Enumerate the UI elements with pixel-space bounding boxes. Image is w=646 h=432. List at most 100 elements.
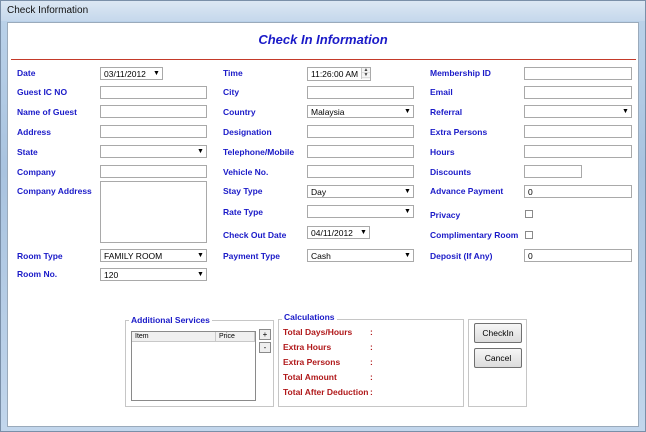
chevron-down-icon[interactable]: ▼ [196,251,205,260]
date-picker[interactable]: 03/11/2012 ▼ [100,67,163,80]
stay-type-label: Stay Type [223,186,263,196]
advance-payment-field[interactable]: 0 [524,185,632,198]
chevron-down-icon[interactable]: ▼ [403,251,412,260]
room-no-dropdown[interactable]: 120 ▼ [100,268,207,281]
email-field[interactable] [524,86,632,99]
remove-service-button[interactable]: - [259,342,271,353]
country-dropdown[interactable]: Malaysia ▼ [307,105,414,118]
privacy-checkbox[interactable] [525,210,533,218]
company-field[interactable] [100,165,207,178]
date-label: Date [17,68,36,78]
chevron-down-icon[interactable]: ▼ [152,69,161,78]
time-picker[interactable]: 11:26:00 AM ▲ ▼ [307,67,371,81]
room-no-label: Room No. [17,269,58,279]
rate-type-dropdown[interactable]: ▼ [307,205,414,218]
additional-services-title: Additional Services [129,315,212,325]
membership-field[interactable] [524,67,632,80]
price-column-header[interactable]: Price [216,332,255,342]
country-value: Malaysia [311,107,345,117]
calc-row-label: Total Days/Hours [283,327,353,337]
vehicle-field[interactable] [307,165,414,178]
discounts-field[interactable] [524,165,582,178]
guest-ic-label: Guest IC NO [17,87,68,97]
guest-ic-field[interactable] [100,86,207,99]
time-label: Time [223,68,243,78]
membership-label: Membership ID [430,68,491,78]
spin-arrows-icon[interactable]: ▲ ▼ [361,68,370,79]
state-label: State [17,147,38,157]
room-type-value: FAMILY ROOM [104,251,163,261]
checkin-button[interactable]: CheckIn [474,323,522,343]
state-dropdown[interactable]: ▼ [100,145,207,158]
telephone-label: Telephone/Mobile [223,147,295,157]
chevron-down-icon[interactable]: ▼ [196,147,205,156]
hours-field[interactable] [524,145,632,158]
payment-type-value: Cash [311,251,331,261]
country-label: Country [223,107,256,117]
additional-services-list[interactable]: Item Price [131,331,256,401]
check-in-form: Check In Information Date 03/11/2012 ▼ G… [7,22,639,427]
extra-persons-label: Extra Persons [430,127,488,137]
date-value: 03/11/2012 [104,69,146,79]
rate-type-label: Rate Type [223,207,263,217]
referral-dropdown[interactable]: ▼ [524,105,632,118]
designation-field[interactable] [307,125,414,138]
calc-row-sep: : [370,357,373,367]
chevron-down-icon[interactable]: ▼ [403,187,412,196]
city-label: City [223,87,240,97]
address-field[interactable] [100,125,207,138]
company-address-field[interactable] [100,181,207,243]
telephone-field[interactable] [307,145,414,158]
calc-row-sep: : [370,372,373,382]
hours-label: Hours [430,147,455,157]
guest-name-label: Name of Guest [17,107,77,117]
time-value: 11:26:00 AM [311,69,359,79]
advance-payment-label: Advance Payment [430,186,504,196]
form-title: Check In Information [258,32,388,47]
window-title: Check Information [7,5,89,16]
calculations-title: Calculations [282,312,337,322]
stay-type-value: Day [311,187,327,197]
room-type-dropdown[interactable]: FAMILY ROOM ▼ [100,249,207,262]
room-type-label: Room Type [17,251,63,261]
address-label: Address [17,127,52,137]
designation-label: Designation [223,127,272,137]
email-label: Email [430,87,453,97]
complimentary-label: Complimentary Room [430,230,519,240]
room-no-value: 120 [104,270,119,280]
company-label: Company [17,167,56,177]
cancel-button[interactable]: Cancel [474,348,522,368]
add-service-button[interactable]: + [259,329,271,340]
stay-type-dropdown[interactable]: Day ▼ [307,185,414,198]
deposit-field[interactable]: 0 [524,249,632,262]
payment-type-label: Payment Type [223,251,281,261]
title-divider [11,59,636,60]
payment-type-dropdown[interactable]: Cash ▼ [307,249,414,262]
chevron-down-icon[interactable]: ▼ [621,107,630,116]
calc-row-sep: : [370,387,373,397]
guest-name-field[interactable] [100,105,207,118]
calc-row-label: Extra Persons [283,357,341,367]
calc-row-sep: : [370,327,373,337]
calc-row-label: Total After Deduction [283,387,369,397]
window-titlebar: Check Information [1,1,645,21]
deposit-label: Deposit (If Any) [430,251,493,261]
chevron-down-icon[interactable]: ▼ [359,228,368,237]
complimentary-checkbox[interactable] [525,231,533,239]
check-information-window: Check Information Check In Information D… [0,0,646,432]
extra-persons-field[interactable] [524,125,632,138]
chevron-down-icon[interactable]: ▼ [196,270,205,279]
item-column-header[interactable]: Item [132,332,216,342]
referral-label: Referral [430,107,463,117]
company-address-label: Company Address [17,186,92,196]
calc-row-label: Extra Hours [283,342,332,352]
chevron-down-icon[interactable]: ▼ [403,207,412,216]
chevron-down-icon[interactable]: ▼ [403,107,412,116]
checkout-date-picker[interactable]: 04/11/2012 ▼ [307,226,370,239]
discounts-label: Discounts [430,167,472,177]
vehicle-label: Vehicle No. [223,167,269,177]
city-field[interactable] [307,86,414,99]
checkout-date-value: 04/11/2012 [311,228,353,238]
calc-row-sep: : [370,342,373,352]
privacy-label: Privacy [430,210,461,220]
